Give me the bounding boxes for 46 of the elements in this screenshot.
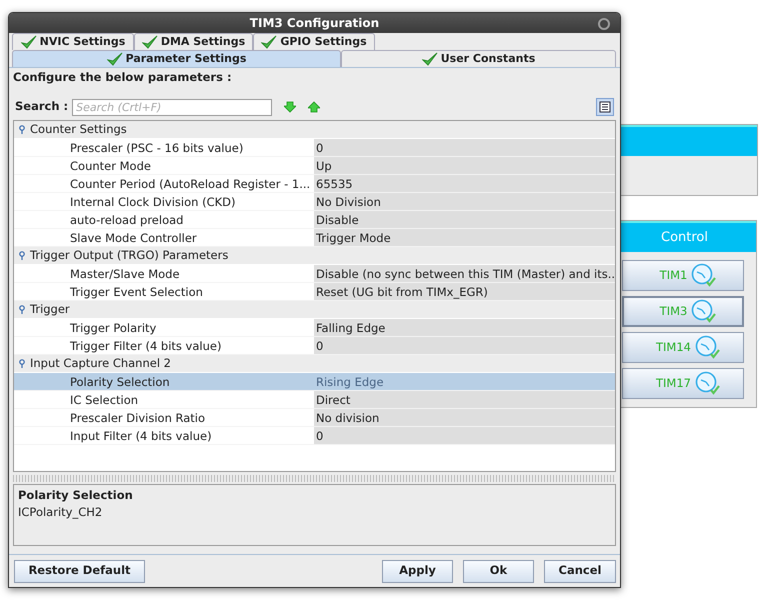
tab[interactable]: User Constants (341, 50, 616, 67)
parameter-value[interactable]: Disable (314, 211, 615, 228)
parameter-value[interactable]: No division (314, 409, 615, 426)
apply-button[interactable]: Apply (382, 560, 453, 583)
parameter-value[interactable]: 65535 (314, 175, 615, 192)
heading: Configure the below parameters : (13, 68, 233, 86)
cancel-button[interactable]: Cancel (544, 560, 616, 583)
up-arrow-icon[interactable] (308, 101, 320, 114)
parameter-value[interactable]: Falling Edge (314, 319, 615, 336)
parameter-value[interactable]: 0 (314, 427, 615, 444)
parameter-value[interactable]: Direct (314, 391, 615, 408)
description-title: Polarity Selection (18, 487, 134, 504)
down-arrow-icon[interactable] (284, 101, 296, 114)
group-label[interactable]: Trigger (30, 300, 70, 318)
parameter-value[interactable]: 0 (314, 337, 615, 354)
search-field[interactable]: Search (Crtl+F) (72, 98, 272, 116)
ok-button[interactable]: Ok (463, 560, 534, 583)
window-title: TIM3 Configuration (250, 14, 380, 32)
splitter-handle[interactable] (13, 475, 616, 482)
clock-icon (694, 335, 720, 360)
tab[interactable]: Parameter Settings (12, 50, 341, 67)
parameter-value[interactable]: Disable (no sync between this TIM (Master) and its... (314, 265, 615, 282)
parameter-value[interactable]: 0 (314, 139, 615, 156)
tab[interactable]: DMA Settings (134, 32, 253, 50)
parameter-value[interactable]: Rising Edge (314, 373, 615, 390)
list-icon[interactable] (596, 98, 614, 116)
close-button[interactable] (598, 18, 610, 30)
tab[interactable]: GPIO Settings (253, 32, 375, 50)
parameter-name[interactable]: Polarity Selection (14, 373, 314, 390)
group-label[interactable]: Counter Settings (30, 121, 127, 138)
parameter-value[interactable]: Reset (UG bit from TIMx_EGR) (314, 283, 615, 300)
parameter-value[interactable]: Up (314, 157, 615, 174)
clock-icon (690, 263, 716, 288)
check-icon (422, 52, 438, 66)
clock-icon (690, 299, 716, 324)
clock-icon (694, 371, 720, 396)
parameter-value[interactable]: No Division (314, 193, 615, 210)
pin-icon (19, 251, 25, 260)
description-text: ICPolarity_CH2 (18, 504, 104, 522)
pin-icon (19, 125, 25, 134)
restore-default-button[interactable]: Restore Default (14, 560, 145, 583)
pin-icon (19, 305, 25, 314)
pin-icon (19, 359, 25, 368)
parameter-value[interactable]: Trigger Mode (314, 229, 615, 246)
tab[interactable]: NVIC Settings (12, 32, 134, 50)
search-label: Search : (15, 98, 68, 116)
